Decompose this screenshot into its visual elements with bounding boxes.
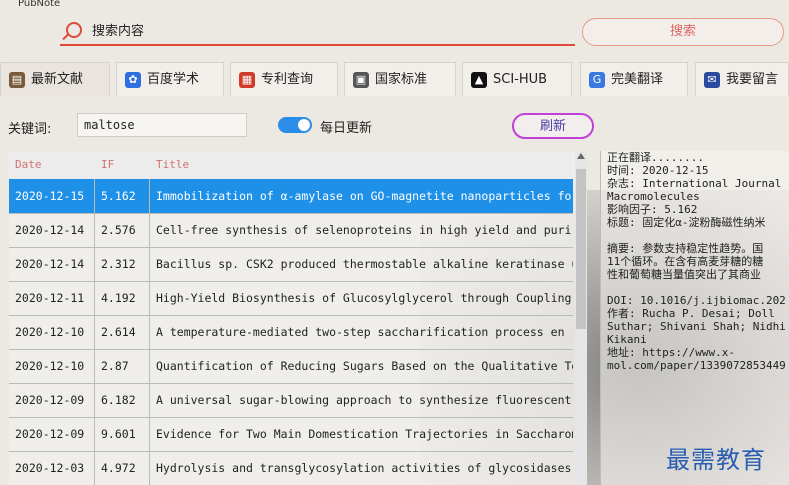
table-scrollbar[interactable] (575, 151, 587, 485)
tab-label: SCI-HUB (493, 72, 548, 87)
table-row[interactable]: 2020-12-03 4.972 Hydrolysis and transglyco… (9, 451, 573, 485)
detail-line: 正在翻译........ (607, 151, 704, 164)
toggle-knob (298, 119, 310, 131)
detail-line: 时间: 2020-12-15 (607, 164, 709, 177)
cell-date: 2020-12-11 (9, 281, 95, 315)
scrollbar-thumb[interactable] (576, 169, 586, 329)
tab-label: 专利查询 (261, 72, 314, 87)
cell-date: 2020-12-09 (9, 383, 95, 417)
tab-label: 国家标准 (375, 72, 428, 87)
detail-abstract: 摘要: 参数支持稳定性趋势。国 11个循环。在含有高麦芽糖的糖 性和葡萄糖当量值突出… (601, 242, 789, 281)
cell-title: Hydrolysis and transglycosylation activi… (156, 461, 572, 475)
cell-date: 2020-12-10 (9, 315, 95, 349)
cell-date: 2020-12-09 (9, 417, 95, 451)
detail-line: 摘要: 参数支持稳定性趋势。国 (607, 242, 764, 255)
table-header: Date IF Title (9, 151, 573, 180)
table-row[interactable]: 2020-12-14 2.576 Cell-free synthesis of se… (9, 213, 573, 248)
watermark-text: 最需教育 (666, 446, 766, 474)
tab-leave-message[interactable]: ✉ 我要留言 (695, 62, 789, 96)
detail-line: 地址: https://www.x- (607, 346, 735, 359)
cell-title: A temperature-mediated two-step sacchari… (156, 325, 565, 339)
cell-title: Evidence for Two Main Domestication Traj… (156, 427, 573, 441)
table-row[interactable]: 2020-12-10 2.87 Quantification of Reducing… (9, 349, 573, 384)
detail-line: 11个循环。在含有高麦芽糖的糖 (607, 255, 764, 268)
detail-footer: DOI: 10.1016/j.ijbiomac.202 作者: Rucha P. … (601, 294, 789, 372)
detail-panel: 正在翻译........ 时间: 2020-12-15 杂志: Internatio… (600, 151, 789, 485)
tab-latest-literature[interactable]: ▤ 最新文献 (0, 62, 110, 96)
cell-if: 4.972 (95, 451, 150, 485)
cell-title: Quantification of Reducing Sugars Based … (156, 359, 573, 373)
detail-line: 标题: 固定化α-淀粉酶磁性纳米 (607, 216, 766, 229)
cell-if: 2.312 (95, 247, 150, 281)
refresh-button[interactable]: 刷新 (512, 113, 594, 139)
baidu-paw-icon: ✿ (125, 71, 141, 88)
standard-icon: ▣ (353, 71, 369, 88)
cell-title: Bacillus sp. CSK2 produced thermostable … (156, 257, 573, 271)
cell-title: Cell-free synthesis of selenoproteins in… (156, 223, 572, 237)
detail-line: mol.com/paper/1339072853449 (607, 359, 786, 372)
cell-if: 6.182 (95, 383, 150, 417)
keyword-label: 关键词: (8, 122, 52, 137)
detail-line: DOI: 10.1016/j.ijbiomac.202 (607, 294, 786, 307)
detail-line: Suthar; Shivani Shah; Nidhi (607, 320, 786, 333)
detail-line: 影响因子: 5.162 (607, 203, 698, 216)
tab-perfect-translate[interactable]: G 完美翻译 (580, 62, 688, 96)
daily-update-toggle[interactable] (278, 117, 312, 133)
table-row[interactable]: 2020-12-15 5.162 Immobilization of α-amyla… (9, 179, 573, 214)
daily-update-label: 每日更新 (320, 121, 373, 136)
scroll-up-arrow-icon[interactable] (577, 153, 585, 159)
tab-sci-hub[interactable]: ▲ SCI-HUB (462, 62, 572, 96)
detail-line: 作者: Rucha P. Desai; Doll (607, 307, 775, 320)
column-header-title[interactable]: Title (156, 158, 189, 171)
tab-label: 我要留言 (726, 72, 779, 87)
cell-if: 5.162 (95, 179, 150, 213)
tab-label: 最新文献 (31, 72, 84, 87)
search-box[interactable] (60, 18, 575, 46)
table-row[interactable]: 2020-12-11 4.192 High-Yield Biosynthesis o… (9, 281, 573, 316)
table-row[interactable]: 2020-12-09 6.182 A universal sugar-blowing… (9, 383, 573, 418)
cell-title: Immobilization of α-amylase on GO-magnet… (156, 189, 572, 203)
patent-icon: ▦ (239, 71, 255, 88)
table-row[interactable]: 2020-12-09 9.601 Evidence for Two Main Dom… (9, 417, 573, 452)
app-title: PubNote (18, 0, 61, 9)
tab-label: 完美翻译 (611, 72, 664, 87)
detail-line: 杂志: International Journal (607, 177, 782, 190)
cell-if: 4.192 (95, 281, 150, 315)
search-button[interactable]: 搜索 (582, 18, 784, 46)
message-icon: ✉ (704, 71, 720, 88)
table-row[interactable]: 2020-12-10 2.614 A temperature-mediated tw… (9, 315, 573, 350)
detail-line: Macromolecules (607, 190, 700, 203)
search-icon (66, 22, 82, 38)
column-header-if[interactable]: IF (101, 158, 114, 171)
cell-date: 2020-12-14 (9, 247, 95, 281)
book-icon: ▤ (9, 71, 25, 88)
tab-label: 百度学术 (147, 72, 200, 87)
cell-title: High-Yield Biosynthesis of Glucosylglyce… (156, 291, 572, 305)
column-header-date[interactable]: Date (15, 158, 42, 171)
detail-meta: 正在翻译........ 时间: 2020-12-15 杂志: Internatio… (601, 151, 789, 229)
keyword-input[interactable] (77, 113, 247, 137)
literature-table: Date IF Title 2020-12-15 5.162 Immobilizat… (9, 151, 587, 485)
tab-bar: ▤ 最新文献 ✿ 百度学术 ▦ 专利查询 ▣ 国家标准 ▲ SCI-HUB G 完美翻译 ✉… (0, 58, 789, 100)
cell-if: 9.601 (95, 417, 150, 451)
detail-line: 性和葡萄糖当量值突出了其商业 (607, 268, 761, 281)
cell-if: 2.87 (95, 349, 150, 383)
cell-if: 2.576 (95, 213, 150, 247)
detail-line: Kikani (607, 333, 647, 346)
google-translate-icon: G (589, 71, 605, 88)
tab-patent-search[interactable]: ▦ 专利查询 (230, 62, 338, 96)
cell-date: 2020-12-15 (9, 179, 95, 213)
tab-baidu-scholar[interactable]: ✿ 百度学术 (116, 62, 224, 96)
cell-date: 2020-12-10 (9, 349, 95, 383)
tab-national-standard[interactable]: ▣ 国家标准 (344, 62, 456, 96)
table-row[interactable]: 2020-12-14 2.312 Bacillus sp. CSK2 produce… (9, 247, 573, 282)
cell-title: A universal sugar-blowing approach to sy… (156, 393, 572, 407)
raven-icon: ▲ (471, 71, 487, 88)
cell-date: 2020-12-14 (9, 213, 95, 247)
cell-date: 2020-12-03 (9, 451, 95, 485)
search-input[interactable] (90, 20, 564, 42)
cell-if: 2.614 (95, 315, 150, 349)
